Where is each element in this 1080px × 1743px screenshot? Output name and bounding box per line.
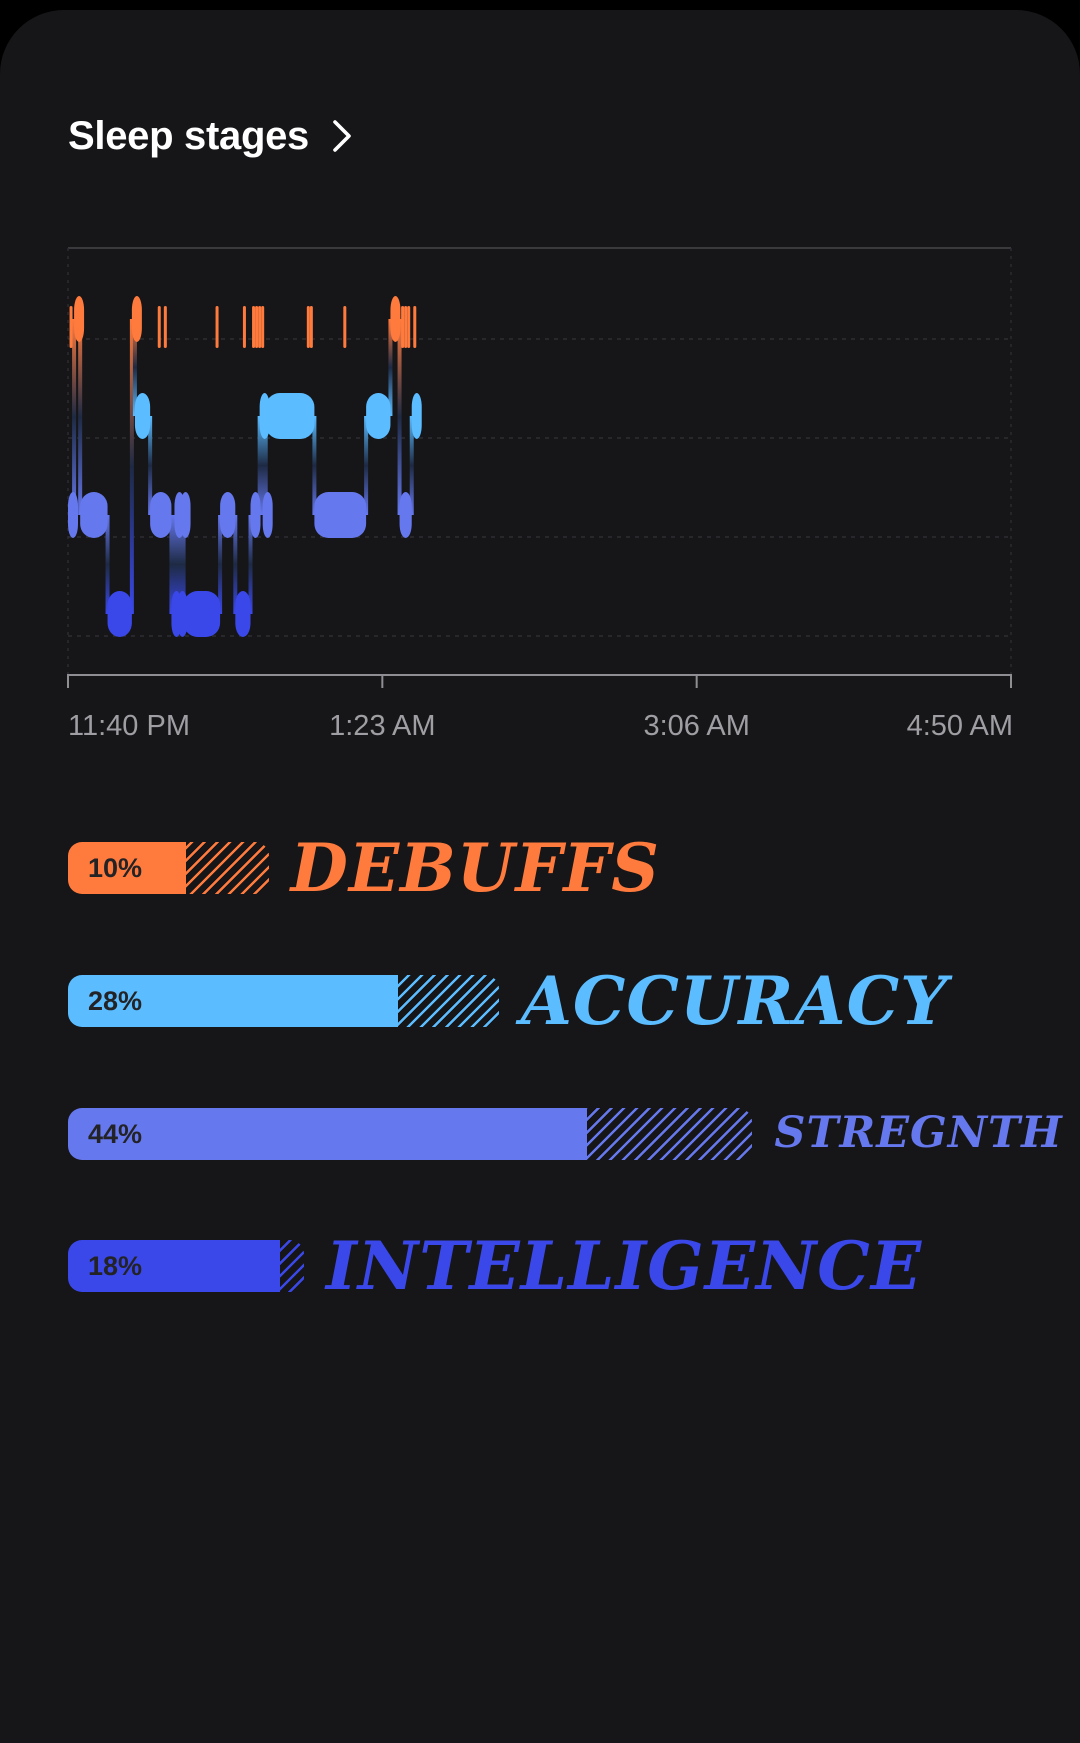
stage-percent-label: 10%: [88, 853, 143, 883]
stage-segment-awake: [131, 296, 142, 342]
stage-segment-light: [399, 492, 412, 538]
stage-segment-light: [80, 492, 108, 538]
stage-segment-light: [150, 492, 172, 538]
stage-bar-fill: [68, 1108, 588, 1160]
stage-segment-deep: [235, 591, 251, 637]
brief-awakening-mark: [69, 306, 73, 348]
brief-awakening-mark: [215, 306, 219, 348]
stage-percent-bar: 28%: [68, 975, 499, 1027]
brief-awakening-mark: [258, 306, 262, 348]
stage-segment-awake: [74, 296, 85, 342]
stage-name-label: INTELLIGENCE: [326, 1227, 923, 1305]
stage-name-label: DEBUFFS: [290, 829, 660, 907]
sleep-stages-card: Sleep stages 11:40 PM 1:23 AM 3:06 AM 4:50 …: [0, 10, 1080, 1743]
stage-row-stregnth: 44% STREGNTH: [68, 1108, 1063, 1160]
stage-row-debuffs: 10% DEBUFFS: [68, 835, 660, 901]
stage-segment-deep: [107, 591, 132, 637]
stage-segment-light: [250, 492, 261, 538]
stage-percent-label: 44%: [88, 1119, 143, 1149]
stage-row-intelligence: 18% INTELLIGENCE: [68, 1233, 922, 1299]
stage-percent-bar: 18%: [68, 1240, 304, 1292]
stage-segment-light: [180, 492, 191, 538]
stage-percent-bar: 44%: [68, 1108, 753, 1160]
stage-bar-hatch: [280, 1240, 304, 1292]
brief-awakening-mark: [343, 306, 347, 348]
brief-awakening-mark: [413, 306, 417, 348]
hypnogram-chart: [67, 247, 1012, 688]
brief-awakening-mark: [157, 306, 161, 348]
stage-percent-label: 28%: [88, 986, 143, 1016]
stage-segment-rem: [134, 393, 151, 439]
brief-awakening-mark: [255, 306, 259, 348]
stage-row-accuracy: 28% ACCURACY: [68, 968, 948, 1034]
stage-segment-rem: [265, 393, 315, 439]
stage-bar-hatch: [587, 1108, 753, 1160]
x-tick-label: 4:50 AM: [906, 710, 1013, 742]
stage-bar-hatch: [398, 975, 499, 1027]
x-tick-label: 1:23 AM: [329, 710, 436, 742]
stage-segment-light: [262, 492, 273, 538]
stage-percent-bar: 10%: [68, 842, 269, 894]
brief-awakening-mark: [163, 306, 167, 348]
brief-awakening-mark: [401, 306, 405, 348]
stage-segment-light: [314, 492, 367, 538]
stage-segment-light: [68, 492, 78, 538]
stage-transition-line: [397, 319, 402, 515]
stage-segment-rem: [366, 393, 391, 439]
stage-transition-line: [72, 319, 77, 515]
stage-segment-deep: [183, 591, 221, 637]
x-tick-label: 3:06 AM: [643, 710, 750, 742]
brief-awakening-mark: [407, 306, 411, 348]
brief-awakening-mark: [261, 306, 265, 348]
brief-awakening-mark: [309, 306, 313, 348]
brief-awakening-mark: [404, 306, 408, 348]
stage-percent-label: 18%: [88, 1251, 143, 1281]
stage-segment-rem: [411, 393, 422, 439]
stage-name-label: ACCURACY: [520, 962, 949, 1040]
brief-awakening-mark: [242, 306, 246, 348]
stage-segment-light: [220, 492, 236, 538]
stage-transition-line: [78, 319, 83, 515]
stage-segment-awake: [390, 296, 401, 342]
stage-name-label: STREGNTH: [774, 1108, 1063, 1159]
stage-bar-hatch: [186, 842, 269, 894]
x-tick-label: 11:40 PM: [68, 710, 190, 742]
brief-awakening-mark: [252, 306, 256, 348]
brief-awakening-mark: [306, 306, 310, 348]
